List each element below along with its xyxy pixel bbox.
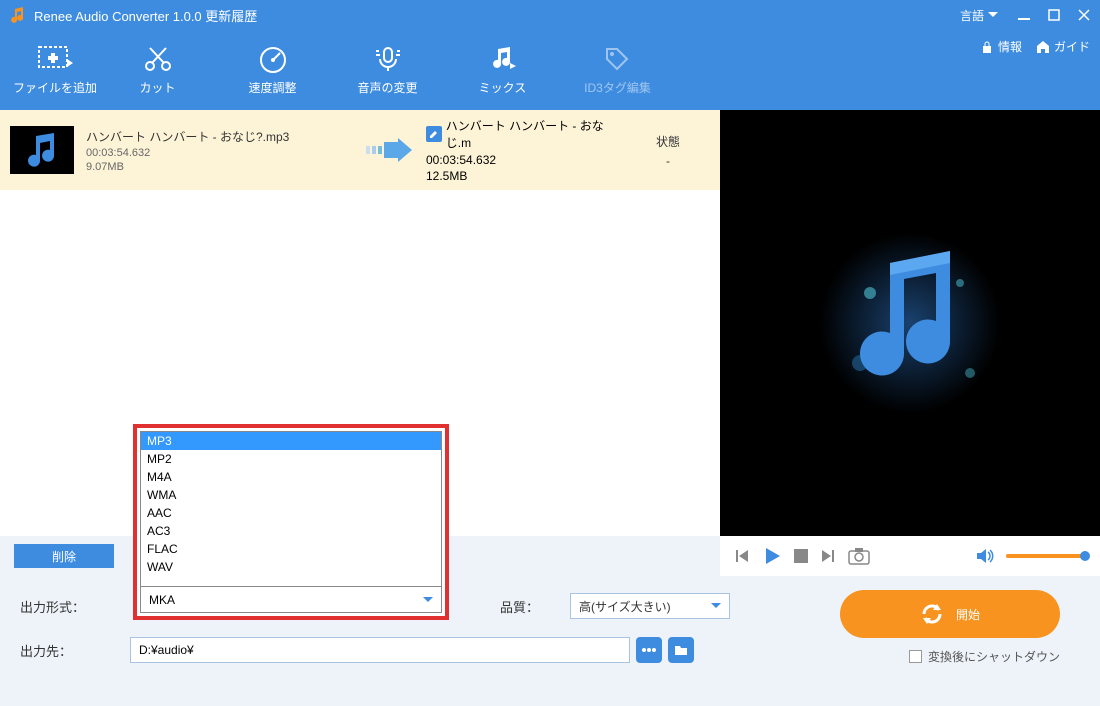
- guide-button[interactable]: ガイド: [1036, 30, 1090, 55]
- input-size: 9.07MB: [86, 161, 356, 173]
- format-option[interactable]: AAC: [141, 504, 441, 522]
- music-note-icon: [22, 132, 62, 168]
- format-selected-combo[interactable]: MKA: [140, 587, 442, 613]
- chevron-down-icon: [711, 603, 721, 609]
- close-button[interactable]: [1078, 9, 1090, 21]
- speed-button[interactable]: 速度調整: [215, 35, 330, 105]
- scissors-icon: [143, 45, 173, 73]
- file-thumbnail: [10, 126, 74, 174]
- preview-panel: [720, 110, 1100, 536]
- main-toolbar: ファイルを追加 カット 速度調整 音声の変更 ミックス ID3タグ編集 情報 ガ…: [0, 30, 1100, 110]
- app-logo-icon: [10, 7, 26, 23]
- info-button[interactable]: 情報: [980, 30, 1022, 55]
- delete-button[interactable]: 削除: [14, 544, 114, 568]
- format-option[interactable]: WAV: [141, 558, 441, 576]
- preview-music-icon: [810, 223, 1010, 423]
- chevron-down-icon: [988, 12, 998, 18]
- browse-folder-button[interactable]: [668, 637, 694, 663]
- gauge-icon: [258, 45, 288, 73]
- home-icon: [1036, 40, 1050, 54]
- volume-slider[interactable]: [1006, 554, 1086, 558]
- format-listbox[interactable]: MP3MP2M4AWMAAACAC3FLACWAV: [140, 431, 442, 587]
- file-row[interactable]: ハンバート ハンバート - おなじ?.mp3 00:03:54.632 9.07…: [0, 110, 720, 190]
- maximize-button[interactable]: [1048, 9, 1060, 21]
- output-filename: ハンバート ハンバート - おなじ.m: [446, 117, 626, 151]
- input-filename: ハンバート ハンバート - おなじ?.mp3: [86, 128, 356, 145]
- output-path-input[interactable]: [130, 637, 630, 663]
- output-size: 12.5MB: [426, 169, 626, 183]
- format-option[interactable]: FLAC: [141, 540, 441, 558]
- quality-combo[interactable]: 高(サイズ大きい): [570, 593, 730, 619]
- next-button[interactable]: [820, 548, 836, 564]
- quality-label: 品質：: [500, 597, 570, 616]
- output-duration: 00:03:54.632: [426, 153, 626, 167]
- mic-icon: [373, 45, 403, 73]
- volume-icon[interactable]: [976, 548, 994, 564]
- input-duration: 00:03:54.632: [86, 147, 356, 159]
- refresh-icon: [920, 602, 944, 626]
- stop-button[interactable]: [794, 549, 808, 563]
- mix-button[interactable]: ミックス: [445, 35, 560, 105]
- language-dropdown[interactable]: 言語: [960, 7, 998, 24]
- shutdown-checkbox[interactable]: 変換後にシャットダウン: [909, 648, 1060, 665]
- output-label: 出力先：: [20, 641, 130, 660]
- prev-button[interactable]: [734, 548, 750, 564]
- format-option[interactable]: WMA: [141, 486, 441, 504]
- voice-change-button[interactable]: 音声の変更: [330, 35, 445, 105]
- arrow-icon: [356, 138, 426, 162]
- edit-icon[interactable]: [426, 126, 442, 142]
- window-title: Renee Audio Converter 1.0.0 更新履歴: [34, 6, 960, 25]
- path-options-button[interactable]: [636, 637, 662, 663]
- state-value: -: [626, 154, 710, 168]
- format-dropdown: MP3MP2M4AWMAAACAC3FLACWAV MKA: [133, 424, 449, 620]
- play-button[interactable]: [762, 546, 782, 566]
- lock-icon: [980, 40, 994, 54]
- format-label: 出力形式：: [20, 597, 130, 616]
- player-controls: [720, 536, 1100, 576]
- format-option[interactable]: MP3: [141, 432, 441, 450]
- tag-icon: [603, 45, 633, 73]
- format-option[interactable]: MP2: [141, 450, 441, 468]
- minimize-button[interactable]: [1018, 9, 1030, 21]
- add-file-button[interactable]: ファイルを追加: [10, 35, 100, 105]
- state-label: 状態: [626, 133, 710, 150]
- titlebar: Renee Audio Converter 1.0.0 更新履歴 言語: [0, 0, 1100, 30]
- id3-edit-button: ID3タグ編集: [560, 35, 675, 105]
- cut-button[interactable]: カット: [100, 35, 215, 105]
- film-add-icon: [37, 45, 73, 73]
- start-button[interactable]: 開始: [840, 590, 1060, 638]
- chevron-down-icon: [423, 597, 433, 603]
- format-option[interactable]: M4A: [141, 468, 441, 486]
- format-option[interactable]: AC3: [141, 522, 441, 540]
- music-mix-icon: [488, 45, 518, 73]
- snapshot-button[interactable]: [848, 547, 870, 565]
